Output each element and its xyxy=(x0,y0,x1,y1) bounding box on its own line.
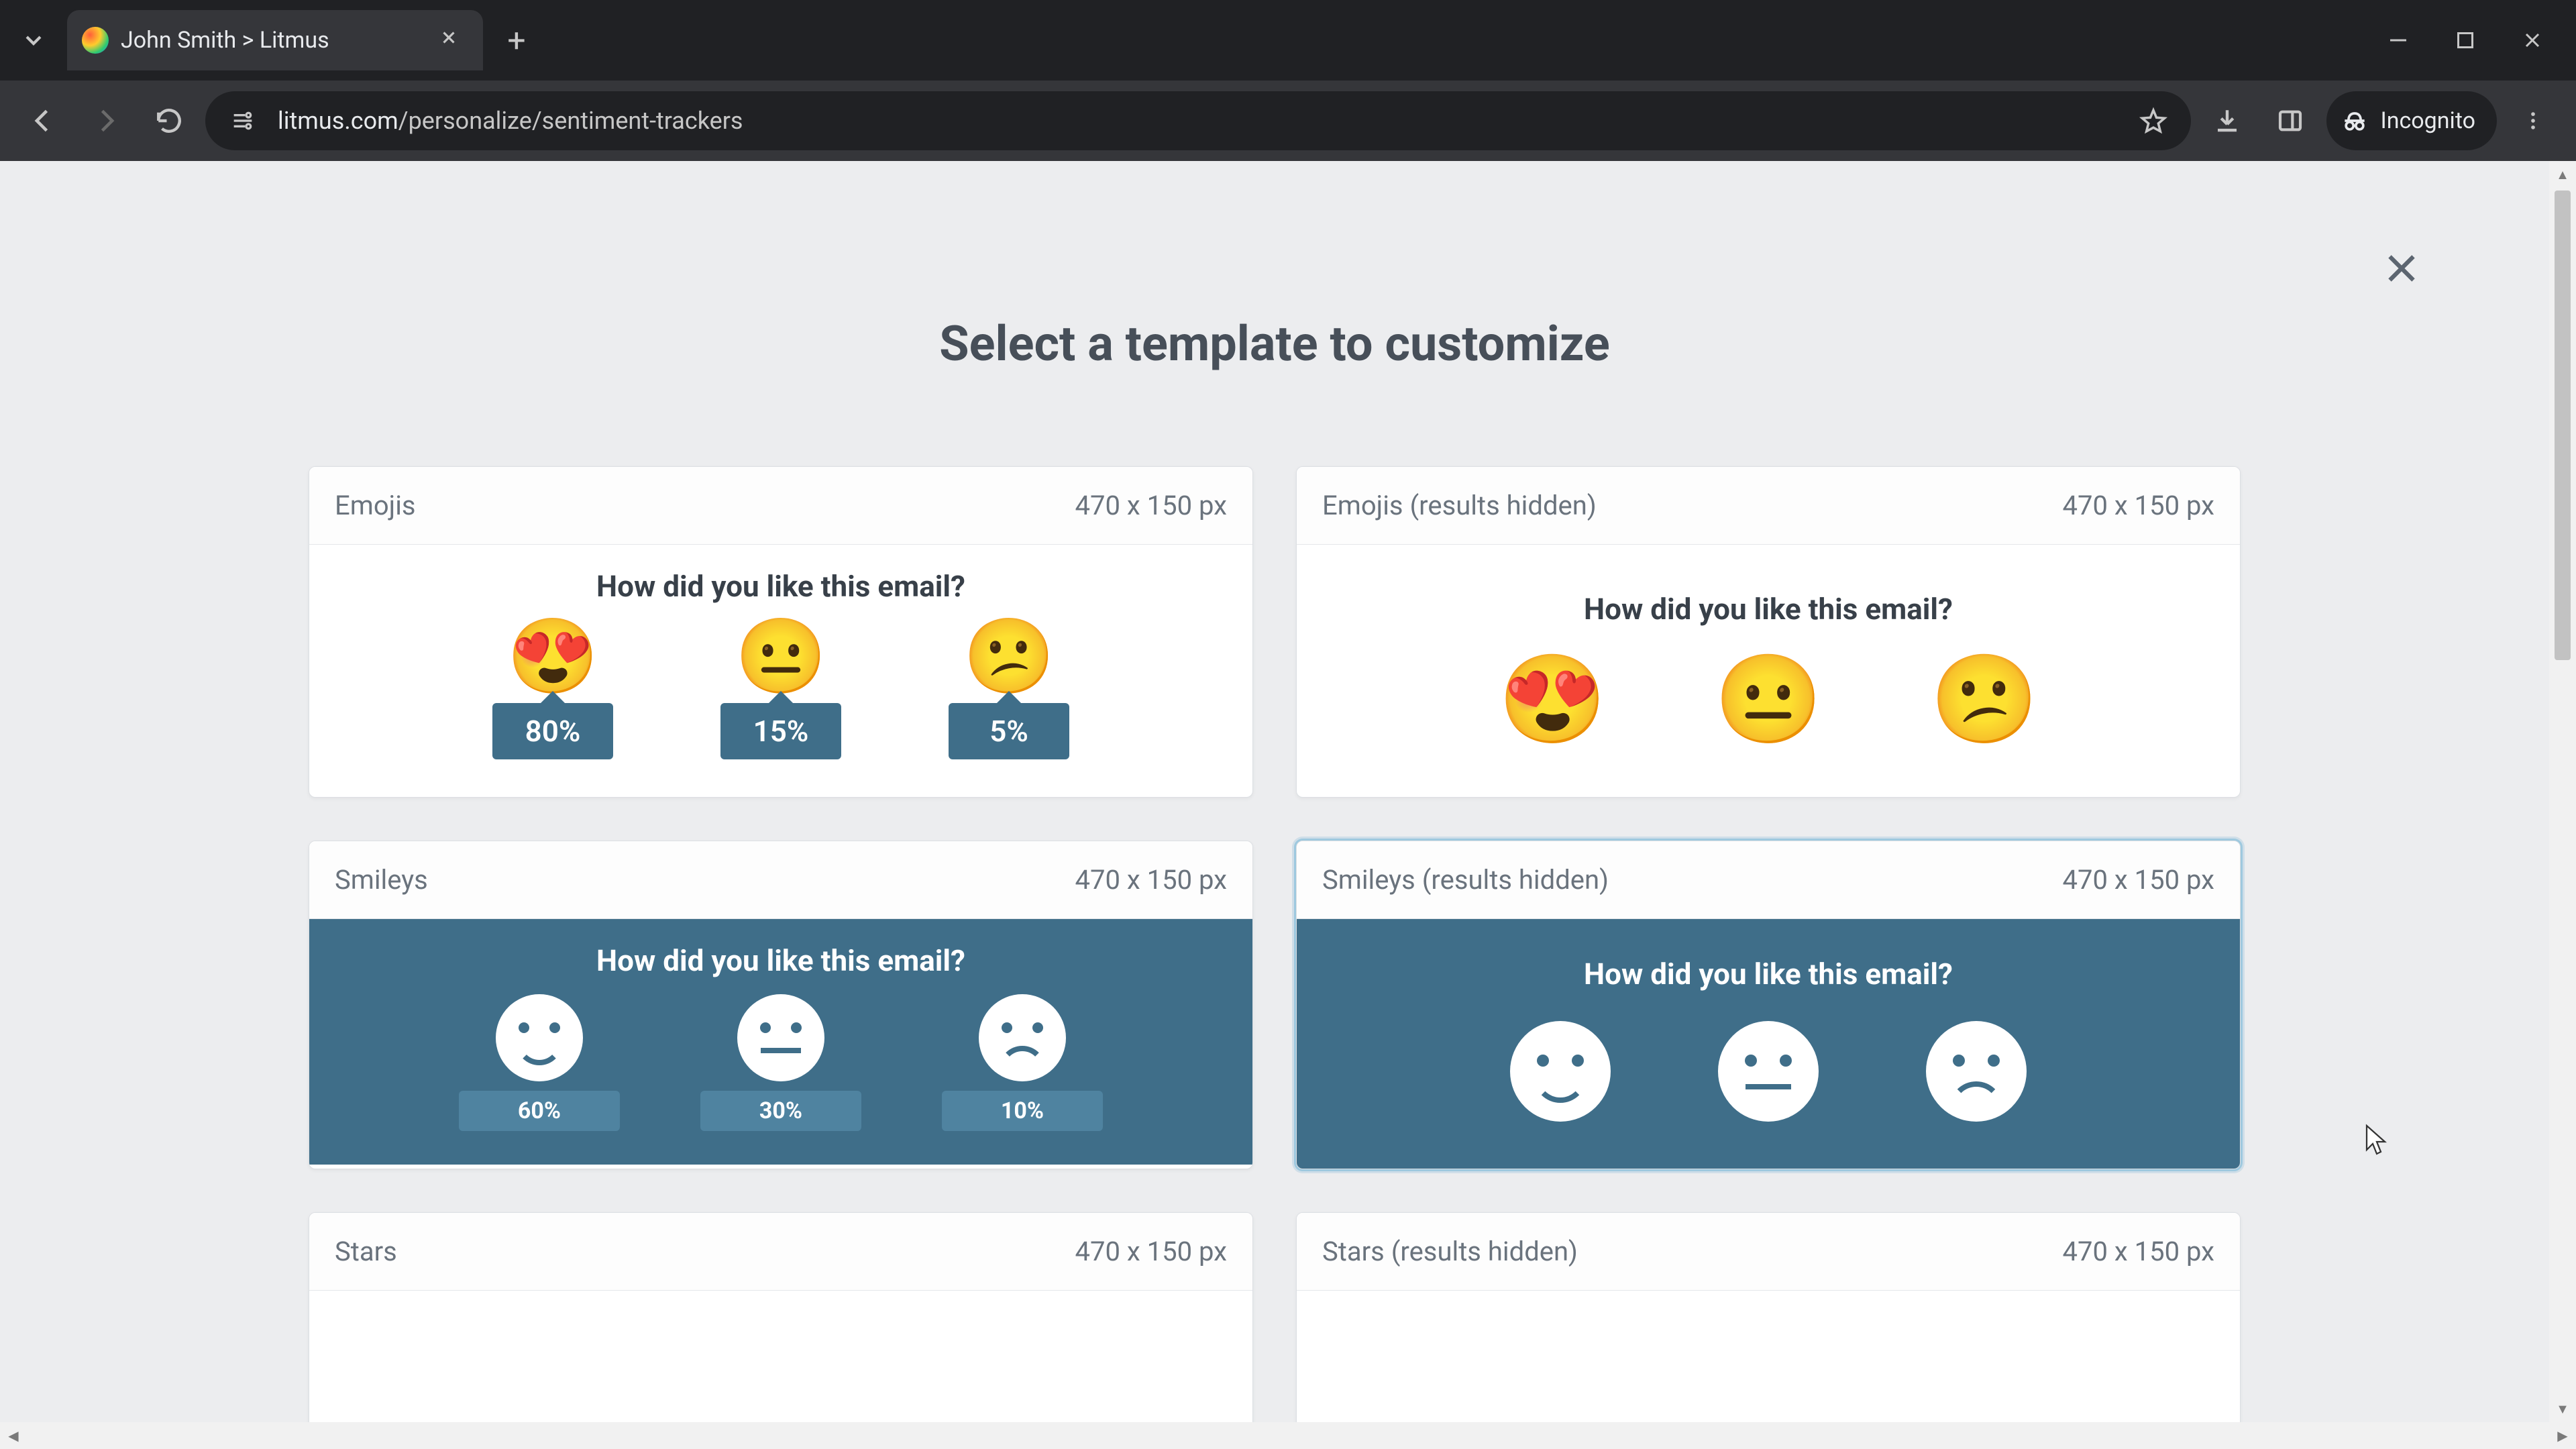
emoji-neutral-icon: 😐 xyxy=(1714,656,1823,743)
sentiment-option: 😕 5% xyxy=(949,620,1069,759)
template-name: Smileys (results hidden) xyxy=(1322,864,1609,896)
template-dimensions: 470 x 150 px xyxy=(2062,490,2214,521)
template-question: How did you like this email? xyxy=(1584,957,1953,991)
template-name: Stars xyxy=(335,1236,397,1267)
template-card-smileys[interactable]: Smileys 470 x 150 px How did you like th… xyxy=(309,841,1253,1169)
template-name: Emojis (results hidden) xyxy=(1322,490,1597,521)
template-question: How did you like this email? xyxy=(596,569,965,604)
sentiment-option: 30% xyxy=(700,994,861,1131)
result-pill: 10% xyxy=(942,1091,1103,1131)
tab-favicon xyxy=(82,27,109,54)
browser-menu-icon[interactable] xyxy=(2506,94,2560,148)
scroll-thumb[interactable] xyxy=(2555,191,2571,660)
template-question: How did you like this email? xyxy=(1584,592,1953,627)
smiley-sad-icon xyxy=(979,994,1066,1081)
browser-toolbar: litmus.com/personalize/sentiment-tracker… xyxy=(0,80,2576,161)
template-dimensions: 470 x 150 px xyxy=(1075,1236,1227,1267)
result-bubble: 80% xyxy=(492,703,613,759)
side-panel-icon[interactable] xyxy=(2263,94,2317,148)
scroll-down-icon[interactable]: ▼ xyxy=(2556,1395,2569,1422)
result-bubble: 15% xyxy=(720,703,841,759)
sentiment-option: 10% xyxy=(942,994,1103,1131)
downloads-icon[interactable] xyxy=(2200,94,2254,148)
template-dimensions: 470 x 150 px xyxy=(2062,1236,2214,1267)
url-path: /personalize/sentiment-trackers xyxy=(398,107,743,135)
url-text: litmus.com/personalize/sentiment-tracker… xyxy=(278,107,743,135)
smiley-sad-icon xyxy=(1926,1021,2027,1122)
scroll-up-icon[interactable]: ▲ xyxy=(2556,161,2569,188)
vertical-scrollbar[interactable]: ▲ ▼ xyxy=(2549,161,2576,1422)
reload-button[interactable] xyxy=(142,94,196,148)
template-card-smileys-hidden[interactable]: Smileys (results hidden) 470 x 150 px Ho… xyxy=(1296,841,2241,1169)
sentiment-option: 😍 80% xyxy=(492,620,613,759)
site-settings-icon[interactable] xyxy=(224,102,262,140)
tab-title: John Smith > Litmus xyxy=(121,27,421,54)
emoji-love-icon: 😍 xyxy=(507,620,599,694)
template-card-emojis-hidden[interactable]: Emojis (results hidden) 470 x 150 px How… xyxy=(1296,466,2241,798)
template-name: Stars (results hidden) xyxy=(1322,1236,1578,1267)
window-close-icon[interactable] xyxy=(2502,10,2563,70)
template-dimensions: 470 x 150 px xyxy=(2062,864,2214,896)
emoji-confused-icon: 😕 xyxy=(963,620,1055,694)
browser-titlebar: John Smith > Litmus + xyxy=(0,0,2576,80)
result-bubble: 5% xyxy=(949,703,1069,759)
result-pill: 30% xyxy=(700,1091,861,1131)
template-grid: Emojis 470 x 150 px How did you like thi… xyxy=(309,466,2241,1422)
template-card-stars-hidden[interactable]: Stars (results hidden) 470 x 150 px xyxy=(1296,1212,2241,1422)
window-minimize-icon[interactable] xyxy=(2368,10,2428,70)
window-maximize-icon[interactable] xyxy=(2435,10,2496,70)
template-card-stars[interactable]: Stars 470 x 150 px xyxy=(309,1212,1253,1422)
template-dimensions: 470 x 150 px xyxy=(1075,864,1227,896)
emoji-neutral-icon: 😐 xyxy=(735,620,827,694)
url-host: litmus.com xyxy=(278,107,398,135)
address-bar[interactable]: litmus.com/personalize/sentiment-tracker… xyxy=(205,91,2191,150)
template-question: How did you like this email? xyxy=(596,943,965,978)
template-name: Smileys xyxy=(335,864,428,896)
emoji-love-icon: 😍 xyxy=(1498,656,1607,743)
scroll-left-icon[interactable]: ◀ xyxy=(0,1428,27,1444)
smiley-happy-icon xyxy=(1510,1021,1611,1122)
browser-tab[interactable]: John Smith > Litmus xyxy=(67,10,483,70)
page-viewport: Select a template to customize Emojis 47… xyxy=(0,161,2576,1449)
template-card-emojis[interactable]: Emojis 470 x 150 px How did you like thi… xyxy=(309,466,1253,798)
incognito-label: Incognito xyxy=(2380,107,2475,134)
horizontal-scrollbar[interactable]: ◀ ▶ xyxy=(0,1422,2576,1449)
new-tab-button[interactable]: + xyxy=(490,13,543,67)
sentiment-option: 😐 15% xyxy=(720,620,841,759)
back-button[interactable] xyxy=(16,94,70,148)
modal-title: Select a template to customize xyxy=(0,315,2549,372)
scroll-right-icon[interactable]: ▶ xyxy=(2549,1428,2576,1444)
tab-search-dropdown[interactable] xyxy=(7,13,60,67)
forward-button[interactable] xyxy=(79,94,133,148)
tab-close-icon[interactable] xyxy=(433,21,464,59)
smiley-neutral-icon xyxy=(737,994,824,1081)
smiley-neutral-icon xyxy=(1718,1021,1819,1122)
template-dimensions: 470 x 150 px xyxy=(1075,490,1227,521)
bookmark-icon[interactable] xyxy=(2135,102,2172,140)
incognito-indicator[interactable]: Incognito xyxy=(2326,91,2497,150)
template-name: Emojis xyxy=(335,490,416,521)
result-pill: 60% xyxy=(459,1091,620,1131)
smiley-happy-icon xyxy=(496,994,583,1081)
emoji-confused-icon: 😕 xyxy=(1930,656,2039,743)
sentiment-option: 60% xyxy=(459,994,620,1131)
